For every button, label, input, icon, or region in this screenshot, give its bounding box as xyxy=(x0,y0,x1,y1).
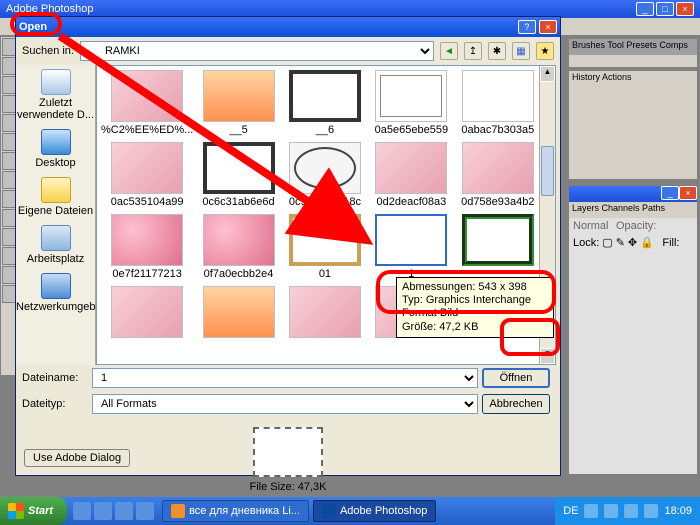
thumbnail-label: 0d2deacf08a3 xyxy=(370,196,452,208)
filetype-label: Dateityp: xyxy=(22,398,88,410)
maximize-icon[interactable]: □ xyxy=(656,2,674,16)
thumbnail-image xyxy=(111,286,183,338)
annotation-arrow xyxy=(50,26,380,256)
thumbnail-image xyxy=(203,286,275,338)
cancel-button[interactable]: Abbrechen xyxy=(482,394,550,414)
thumbnail-image xyxy=(462,214,534,266)
windows-logo-icon xyxy=(8,503,24,519)
ql-icon[interactable] xyxy=(73,502,91,520)
palette-tabs[interactable]: Brushes Tool Presets Comps xyxy=(569,39,697,55)
thumbnail-label: 01 xyxy=(284,268,366,280)
file-thumbnail[interactable]: 0d2deacf08a3 xyxy=(370,142,452,208)
palette-brushes: Brushes Tool Presets Comps xyxy=(568,38,698,68)
annotation-ring xyxy=(376,270,556,314)
tray-icon[interactable] xyxy=(584,504,598,518)
thumbnail-image xyxy=(289,286,361,338)
file-thumbnail[interactable] xyxy=(101,286,193,340)
views-icon[interactable]: ▦ xyxy=(512,42,530,60)
place-network[interactable]: Netzwerkumgebung xyxy=(16,273,95,313)
lang-indicator[interactable]: DE xyxy=(563,505,578,517)
filetype-select[interactable]: All Formats xyxy=(92,394,478,414)
system-tray[interactable]: DE 18:09 xyxy=(555,497,700,525)
fill-label: Fill: xyxy=(662,237,679,249)
lock-icon[interactable]: 🔒 xyxy=(640,236,654,249)
preview-filesize: File Size: 47,3K xyxy=(16,481,560,493)
scroll-up-icon[interactable]: ▲ xyxy=(540,66,555,82)
thumbnail-image xyxy=(375,214,447,266)
thumbnail-image xyxy=(375,70,447,122)
use-adobe-dialog-button[interactable]: Use Adobe Dialog xyxy=(24,449,130,467)
photoshop-icon xyxy=(322,504,336,518)
lock-icon[interactable]: ✎ xyxy=(616,236,625,249)
scroll-thumb[interactable] xyxy=(541,146,554,196)
thumbnail-image xyxy=(462,142,534,194)
ql-icon[interactable] xyxy=(115,502,133,520)
favorites-icon[interactable]: ★ xyxy=(536,42,554,60)
thumbnail-label: 0a5e65ebe559 xyxy=(370,124,452,136)
taskbar-app[interactable]: все для дневника Li... xyxy=(162,500,309,522)
ql-icon[interactable] xyxy=(94,502,112,520)
minimize-icon[interactable]: _ xyxy=(636,2,654,16)
start-button[interactable]: Start xyxy=(0,497,67,525)
file-thumbnail[interactable]: 0abac7b303a5 xyxy=(457,70,539,136)
minimize-icon[interactable]: _ xyxy=(661,186,679,200)
close-icon[interactable]: × xyxy=(539,20,557,34)
thumbnail-image xyxy=(375,142,447,194)
file-thumbnail[interactable] xyxy=(284,286,366,340)
lock-icon[interactable]: ▢ xyxy=(602,236,612,249)
lock-label: Lock: xyxy=(573,237,599,249)
annotation-ring xyxy=(500,318,560,356)
blend-mode[interactable]: Normal xyxy=(573,220,608,232)
ql-icon[interactable] xyxy=(136,502,154,520)
close-icon[interactable]: × xyxy=(679,186,697,200)
filename-label: Dateiname: xyxy=(22,372,88,384)
file-thumbnail[interactable]: 0a5e65ebe559 xyxy=(370,70,452,136)
tray-icon[interactable] xyxy=(624,504,638,518)
new-folder-icon[interactable]: ✱ xyxy=(488,42,506,60)
close-icon[interactable]: × xyxy=(676,2,694,16)
up-icon[interactable]: ↥ xyxy=(464,42,482,60)
palette-tabs[interactable]: Layers Channels Paths xyxy=(569,202,697,218)
preview-thumbnail xyxy=(253,427,323,477)
palette-tabs[interactable]: History Actions xyxy=(569,71,697,87)
firefox-icon xyxy=(171,504,185,518)
back-icon[interactable]: ◄ xyxy=(440,42,458,60)
taskbar: Start все для дневника Li... Adobe Photo… xyxy=(0,497,700,525)
help-icon[interactable]: ? xyxy=(518,20,536,34)
lock-icon[interactable]: ✥ xyxy=(628,236,637,249)
filename-field[interactable]: 1 xyxy=(92,368,478,388)
file-thumbnail[interactable] xyxy=(197,286,279,340)
file-thumbnail[interactable]: 0d758e93a4b2 xyxy=(457,142,539,208)
palette-history: History Actions xyxy=(568,70,698,180)
quick-launch xyxy=(67,502,160,520)
tray-icon[interactable] xyxy=(604,504,618,518)
opacity-label: Opacity: xyxy=(616,220,656,232)
thumbnail-label: 0e7f21177213 xyxy=(101,268,193,280)
palette-layers: _× Layers Channels Paths Normal Opacity:… xyxy=(568,185,698,475)
thumbnail-label: 0d758e93a4b2 xyxy=(457,196,539,208)
taskbar-app[interactable]: Adobe Photoshop xyxy=(313,500,436,522)
thumbnail-image xyxy=(462,70,534,122)
open-button[interactable]: Öffnen xyxy=(482,368,550,388)
clock[interactable]: 18:09 xyxy=(664,505,692,517)
tray-icon[interactable] xyxy=(644,504,658,518)
thumbnail-label: 0f7a0ecbb2e4 xyxy=(197,268,279,280)
thumbnail-label: 0abac7b303a5 xyxy=(457,124,539,136)
